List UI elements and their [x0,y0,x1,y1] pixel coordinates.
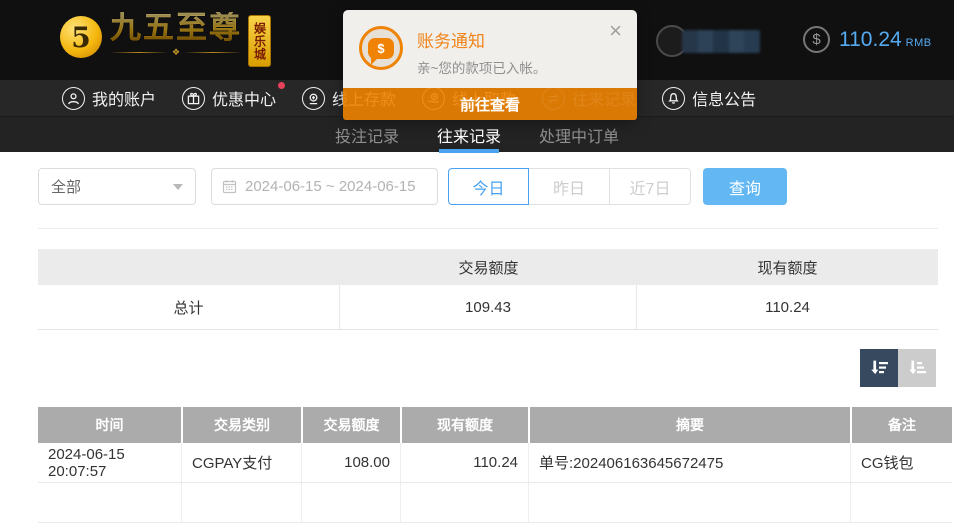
transactions-table: 时间 交易类别 交易额度 现有额度 摘要 备注 2024-06-15 20:07… [38,407,952,523]
dollar-icon: $ [803,26,830,53]
nav-item-announcements[interactable]: 信息公告 [662,86,756,110]
quick-yesterday-button[interactable]: 昨日 [529,168,610,205]
cell-time: 2024-06-15 20:07:57 [38,443,181,482]
logo-mark-icon: 5 [60,16,102,58]
summary-total-row: 总计 109.43 110.24 [38,285,938,330]
summary-table: 交易额度 现有额度 总计 109.43 110.24 [38,249,938,330]
nav-item-promotions[interactable]: 优惠中心 [182,86,276,110]
balance-display[interactable]: $ 110.24 RMB [803,26,932,53]
col-header-current-balance: 现有额度 [400,407,528,443]
summary-header-blank [38,249,340,285]
cell-remark: CG钱包 [850,443,952,482]
cell-type: CGPAY支付 [181,443,301,482]
type-select-value: 全部 [51,176,81,197]
site-logo[interactable]: 5 九五至尊 ❖ 娱乐城 [60,12,271,67]
nav-item-my-account[interactable]: 我的账户 [62,86,156,110]
notification-message: 亲~您的款项已入帐。 [417,57,546,77]
username-redacted [682,30,760,53]
gift-icon [182,87,205,110]
close-icon[interactable]: × [609,20,622,42]
cell-transaction-amount: 108.00 [301,443,400,482]
calendar-icon [222,179,237,194]
quick-today-button[interactable]: 今日 [448,168,529,205]
col-header-remark: 备注 [850,407,952,443]
bell-icon [662,87,685,110]
cell-current-balance: 110.24 [400,443,528,482]
tab-betting-records[interactable]: 投注记录 [335,117,399,153]
logo-flourish-icon: ❖ [110,48,242,57]
date-range-input[interactable]: 2024-06-15 ~ 2024-06-15 [211,168,438,205]
record-tabs: 投注记录 往来记录 处理中订单 [0,116,954,152]
table-row: 2024-06-15 20:07:57 CGPAY支付 108.00 110.2… [38,443,952,483]
notification-title: 账务通知 [417,27,485,52]
summary-total-label: 总计 [38,285,340,329]
quick-date-group: 今日 昨日 近7日 [448,168,691,205]
notification-popup: $ 账务通知 亲~您的款项已入帐。 × 前往查看 [343,10,637,120]
sort-desc-icon [868,357,890,379]
quick-last7days-button[interactable]: 近7日 [610,168,691,205]
summary-header-current-balance: 现有额度 [637,249,938,285]
user-account[interactable] [656,26,760,56]
logo-brand-text: 九五至尊 [110,12,242,44]
notification-dot [278,82,285,89]
nav-label: 信息公告 [692,86,756,110]
money-message-icon: $ [359,26,403,70]
sort-asc-icon [906,357,928,379]
user-icon [62,87,85,110]
balance-amount: 110.24 [839,28,902,52]
logo-badge: 娱乐城 [248,15,271,67]
summary-transaction-amount: 109.43 [340,285,637,329]
tab-pending-orders[interactable]: 处理中订单 [539,117,619,153]
col-header-summary: 摘要 [528,407,850,443]
nav-label: 优惠中心 [212,86,276,110]
balance-currency: RMB [906,31,932,49]
sort-ascending-button[interactable] [898,349,936,387]
table-row-partial [38,483,952,523]
chevron-down-icon [173,184,183,190]
nav-label: 我的账户 [92,86,156,110]
sort-descending-button[interactable] [860,349,898,387]
col-header-time: 时间 [38,407,181,443]
tab-transaction-records[interactable]: 往来记录 [437,117,501,153]
deposit-icon [302,87,325,110]
col-header-transaction-amount: 交易额度 [301,407,400,443]
sort-controls [860,349,936,387]
type-select[interactable]: 全部 [38,168,196,205]
cell-summary: 单号:202406163645672475 [528,443,850,482]
col-header-type: 交易类别 [181,407,301,443]
summary-header-transaction-amount: 交易额度 [340,249,637,285]
summary-current-balance: 110.24 [637,285,938,329]
summary-header-row: 交易额度 现有额度 [38,249,938,285]
notification-body: $ 账务通知 亲~您的款项已入帐。 × [343,10,637,88]
filter-toolbar: 全部 2024-06-15 ~ 2024-06-15 今日 昨日 近7日 查询 [38,168,787,205]
section-divider [38,228,938,229]
date-range-value: 2024-06-15 ~ 2024-06-15 [245,178,416,195]
table-header-row: 时间 交易类别 交易额度 现有额度 摘要 备注 [38,407,952,443]
search-button[interactable]: 查询 [703,168,787,205]
go-view-button[interactable]: 前往查看 [343,88,637,120]
